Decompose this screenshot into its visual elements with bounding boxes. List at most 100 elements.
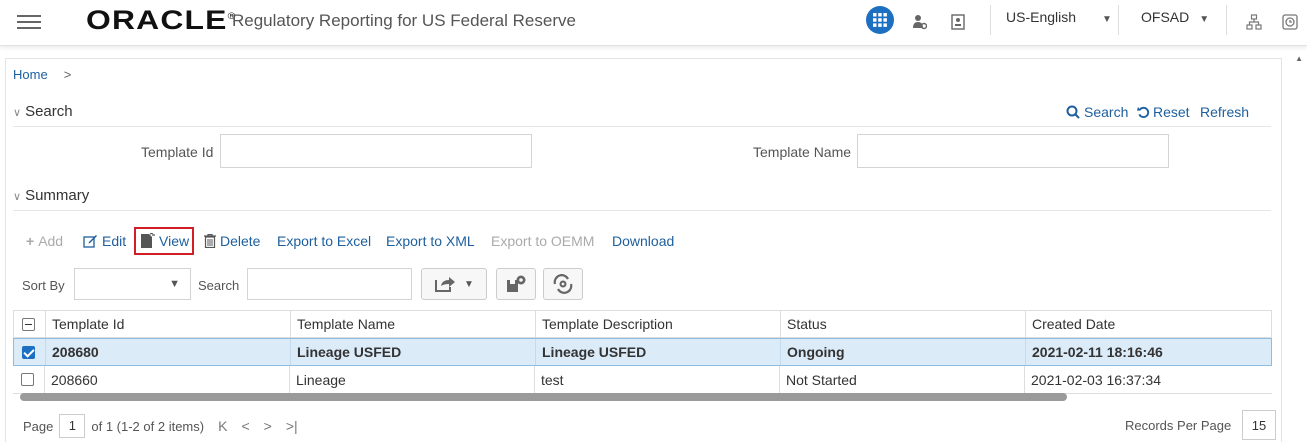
table-cell: Lineage bbox=[290, 366, 535, 393]
page-summary-text: of 1 (1-2 of 2 items) bbox=[91, 418, 205, 434]
hierarchy-icon[interactable] bbox=[1240, 8, 1268, 36]
contact-card-icon[interactable] bbox=[944, 8, 972, 36]
column-header[interactable]: Template Name bbox=[291, 311, 536, 337]
applications-grid-icon[interactable] bbox=[866, 6, 894, 34]
row-select-cell[interactable] bbox=[13, 366, 45, 393]
table-cell: 208680 bbox=[46, 339, 291, 365]
user-settings-icon[interactable] bbox=[906, 8, 934, 36]
table-row[interactable]: 208680 Lineage USFED Lineage USFED Ongoi… bbox=[13, 338, 1272, 366]
section-divider bbox=[13, 210, 1271, 211]
table-cell: 2021-02-11 18:16:46 bbox=[1032, 344, 1163, 360]
chevron-down-icon: ▼ bbox=[1102, 14, 1112, 25]
configure-columns-button[interactable] bbox=[496, 268, 536, 300]
summary-search-input[interactable] bbox=[247, 268, 412, 300]
chevron-right-icon: > bbox=[63, 67, 72, 82]
app-title: Regulatory Reporting for US Federal Rese… bbox=[232, 11, 576, 30]
template-name-label: Template Name bbox=[753, 144, 852, 160]
search-icon bbox=[1066, 105, 1080, 119]
download-button[interactable]: Download bbox=[612, 233, 674, 249]
search-link-label: Search bbox=[1084, 104, 1129, 120]
table-cell: Lineage USFED bbox=[536, 339, 781, 365]
breadcrumb-home[interactable]: Home bbox=[13, 67, 48, 82]
prev-page-icon[interactable]: < bbox=[241, 418, 249, 434]
table-cell: test bbox=[535, 366, 780, 393]
trash-icon bbox=[204, 234, 216, 248]
history-clock-icon[interactable] bbox=[1276, 8, 1304, 36]
export-xml-button[interactable]: Export to XML bbox=[386, 233, 475, 249]
export-excel-button[interactable]: Export to Excel bbox=[277, 233, 371, 249]
reset-button[interactable]: Reset bbox=[1137, 104, 1190, 120]
oracle-logo: ORACLE® bbox=[86, 5, 236, 35]
settings-refresh-icon bbox=[553, 274, 573, 294]
horizontal-scrollbar[interactable] bbox=[20, 393, 1067, 401]
search-section-header[interactable]: ∨ Search bbox=[13, 103, 73, 120]
top-header: ORACLE® Regulatory Reporting for US Fede… bbox=[0, 0, 1307, 46]
collapse-chevron-icon[interactable]: ∨ bbox=[13, 107, 21, 119]
page-number-input[interactable]: 1 bbox=[59, 414, 86, 438]
settings-save-icon bbox=[507, 275, 526, 292]
row-checkbox[interactable] bbox=[21, 373, 34, 386]
page-label: Page bbox=[23, 418, 54, 434]
edit-button[interactable]: Edit bbox=[83, 233, 126, 249]
pagination: Page 1 of 1 (1-2 of 2 items) K < > >| bbox=[23, 414, 298, 438]
share-arrow-icon bbox=[435, 277, 456, 292]
table-cell: Lineage USFED bbox=[291, 339, 536, 365]
next-page-icon[interactable]: > bbox=[264, 418, 272, 434]
plus-icon: + bbox=[26, 233, 35, 249]
view-label: View bbox=[159, 233, 190, 249]
template-id-label: Template Id bbox=[141, 144, 214, 160]
hamburger-menu-icon[interactable] bbox=[17, 11, 41, 31]
delete-button[interactable]: Delete bbox=[204, 233, 260, 249]
records-per-page-input[interactable]: 15 bbox=[1242, 410, 1276, 440]
records-per-page-label: Records Per Page bbox=[1125, 418, 1232, 433]
sort-by-label: Sort By bbox=[22, 278, 65, 293]
column-header[interactable]: Status bbox=[781, 311, 1026, 337]
search-section-title: Search bbox=[25, 103, 73, 120]
template-id-input[interactable] bbox=[220, 134, 532, 168]
column-header[interactable]: Created Date bbox=[1026, 311, 1271, 337]
add-button[interactable]: + Add bbox=[26, 233, 63, 249]
row-checkbox[interactable] bbox=[22, 345, 35, 359]
header-separator bbox=[990, 5, 991, 35]
reset-icon bbox=[1137, 106, 1150, 118]
language-select[interactable]: US-English ▼ bbox=[1006, 9, 1112, 25]
table-cell: Ongoing bbox=[781, 339, 1026, 365]
scroll-up-arrow-icon[interactable]: ▲ bbox=[1295, 54, 1303, 63]
edit-icon bbox=[83, 235, 97, 248]
header-separator bbox=[1118, 5, 1119, 35]
select-all-checkbox[interactable] bbox=[22, 317, 35, 331]
template-name-input[interactable] bbox=[857, 134, 1169, 168]
chevron-down-icon: ▼ bbox=[464, 278, 474, 290]
user-menu[interactable]: OFSAD ▼ bbox=[1141, 9, 1209, 25]
refresh-button[interactable]: Refresh bbox=[1200, 104, 1249, 120]
delete-label: Delete bbox=[220, 233, 261, 249]
column-header[interactable]: Template Description bbox=[536, 311, 781, 337]
section-divider bbox=[13, 126, 1271, 127]
table-cell: 2021-02-03 16:37:34 bbox=[1031, 371, 1161, 388]
column-header[interactable]: Template Id bbox=[46, 311, 291, 337]
select-all-cell[interactable] bbox=[14, 311, 46, 337]
table-row[interactable]: 208660 Lineage test Not Started 2021-02-… bbox=[13, 366, 1272, 394]
chevron-down-icon: ▼ bbox=[169, 278, 180, 290]
document-view-icon bbox=[141, 233, 155, 248]
reset-link-label: Reset bbox=[1153, 104, 1190, 120]
first-page-icon[interactable]: K bbox=[218, 418, 227, 434]
summary-section-header[interactable]: ∨ Summary bbox=[13, 187, 89, 204]
breadcrumb: Home > bbox=[13, 67, 71, 82]
search-action-button[interactable]: Search bbox=[1066, 104, 1128, 120]
table-cell: 208660 bbox=[45, 366, 290, 393]
edit-label: Edit bbox=[102, 233, 127, 249]
share-export-button[interactable]: ▼ bbox=[421, 268, 487, 300]
sort-by-select[interactable]: ▼ bbox=[74, 268, 191, 300]
last-page-icon[interactable]: >| bbox=[286, 418, 298, 434]
reset-settings-button[interactable] bbox=[543, 268, 583, 300]
header-separator bbox=[1226, 5, 1227, 35]
export-oemm-button[interactable]: Export to OEMM bbox=[491, 233, 594, 249]
summary-section-title: Summary bbox=[25, 187, 90, 204]
row-select-cell[interactable] bbox=[14, 339, 46, 365]
add-label: Add bbox=[38, 233, 64, 249]
table-header-row: Template Id Template Name Template Descr… bbox=[13, 310, 1272, 338]
collapse-chevron-icon[interactable]: ∨ bbox=[13, 191, 21, 203]
view-button[interactable]: View bbox=[140, 233, 189, 249]
summary-search-label: Search bbox=[198, 278, 240, 293]
